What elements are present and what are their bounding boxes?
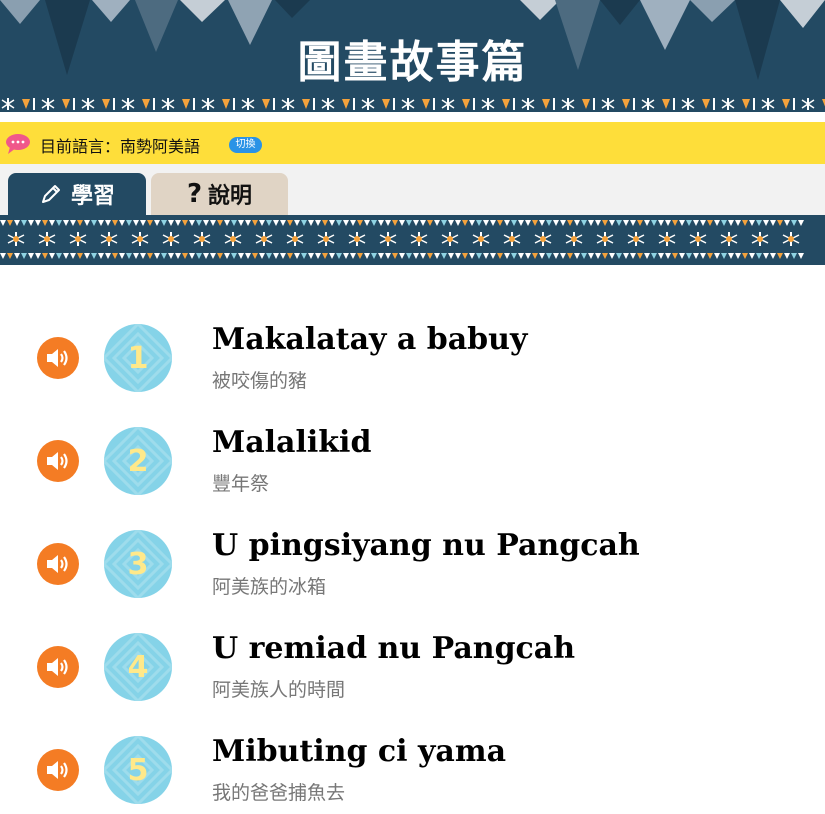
story-number: 3 [127,546,149,582]
speaker-icon[interactable] [37,543,79,585]
story-title[interactable]: U remiad nu Pangcah [212,631,575,666]
story-number: 5 [127,752,149,788]
story-number-badge: 4 [104,633,172,701]
tribal-pattern-border [1,97,825,111]
story-title[interactable]: Makalatay a babuy [212,322,527,357]
page-title: 圖畫故事篇 [297,37,528,88]
speaker-icon[interactable] [37,440,79,482]
speaker-icon[interactable] [37,337,79,379]
tab-help[interactable]: ? 說明 [151,173,288,215]
speaker-icon[interactable] [37,646,79,688]
current-language-label: 目前語言：南勢阿美語 [40,137,201,156]
story-number-badge: 1 [104,324,172,392]
speaker-icon[interactable] [37,749,79,791]
question-icon: ? [186,179,203,209]
story-subtitle: 阿美族人的時間 [212,679,346,701]
story-title[interactable]: Mibuting ci yama [212,734,506,769]
story-item-3[interactable]: 3 U pingsiyang nu Pangcah 阿美族的冰箱 [0,518,825,608]
story-subtitle: 我的爸爸捕魚去 [212,782,346,804]
language-bar: 目前語言：南勢阿美語 [0,122,825,164]
story-number: 4 [127,649,149,685]
story-number: 1 [127,340,149,376]
story-item-5[interactable]: 5 Mibuting ci yama 我的爸爸捕魚去 [0,724,825,814]
story-item-1[interactable]: 1 Makalatay a babuy 被咬傷的豬 [0,312,825,402]
tribal-pattern-band [0,220,804,259]
story-subtitle: 被咬傷的豬 [212,370,308,392]
tab-learn[interactable]: 學習 [8,173,146,215]
story-number-badge: 3 [104,530,172,598]
story-number: 2 [127,443,149,479]
story-subtitle: 豐年祭 [212,473,270,495]
story-item-2[interactable]: 2 Malalikid 豐年祭 [0,415,825,505]
story-number-badge: 5 [104,736,172,804]
story-item-4[interactable]: 4 U remiad nu Pangcah 阿美族人的時間 [0,621,825,711]
story-title[interactable]: Malalikid [212,425,371,460]
tab-learn-label: 學習 [70,184,115,209]
pattern-band [0,215,825,265]
pencil-icon [39,182,63,206]
speech-bubble-icon [6,134,30,154]
page-header: 圖畫故事篇 [0,0,825,112]
story-number-badge: 2 [104,427,172,495]
tab-help-label: 說明 [208,184,253,209]
switch-language-button[interactable]: 切換 [229,137,262,153]
story-subtitle: 阿美族的冰箱 [212,576,327,598]
story-title[interactable]: U pingsiyang nu Pangcah [212,528,640,563]
